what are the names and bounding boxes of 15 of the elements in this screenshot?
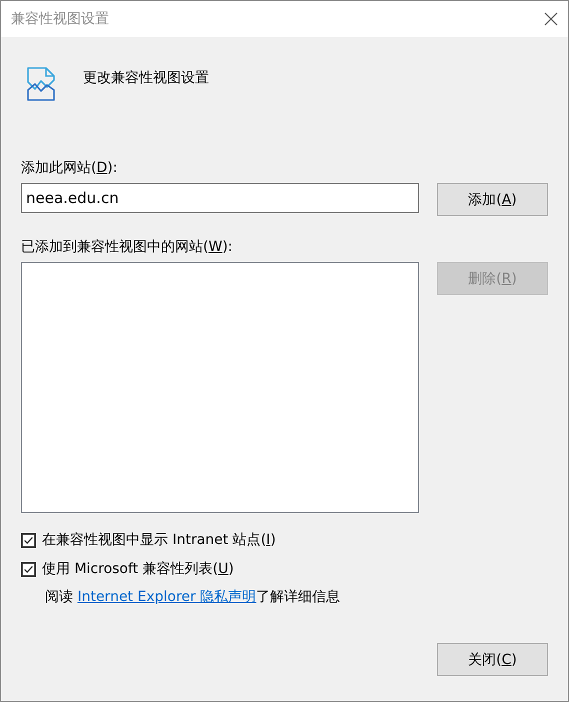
page-image-icon <box>27 67 55 101</box>
checkbox[interactable] <box>21 532 36 548</box>
checkbox-label[interactable]: 使用 Microsoft 兼容性列表(U) <box>42 560 234 578</box>
privacy-link[interactable]: Internet Explorer 隐私声明 <box>77 589 256 605</box>
list-label: 已添加到兼容性视图中的网站(W): <box>21 238 234 256</box>
add-button[interactable]: 添加(A) <box>437 183 548 216</box>
close-icon[interactable] <box>544 12 558 26</box>
website-input-field[interactable]: neea.edu.cn <box>21 183 419 213</box>
privacy-note: 阅读 Internet Explorer 隐私声明了解详细信息 <box>45 588 342 606</box>
dialog-heading: 更改兼容性视图设置 <box>83 69 209 87</box>
checkbox-label[interactable]: 在兼容性视图中显示 Intranet 站点(I) <box>42 531 276 549</box>
close-button[interactable]: 关闭(C) <box>437 643 548 676</box>
field-label: 添加此网站(D): <box>21 159 118 177</box>
window-title: 兼容性视图设置 <box>11 10 109 28</box>
checkbox[interactable] <box>21 562 36 576</box>
